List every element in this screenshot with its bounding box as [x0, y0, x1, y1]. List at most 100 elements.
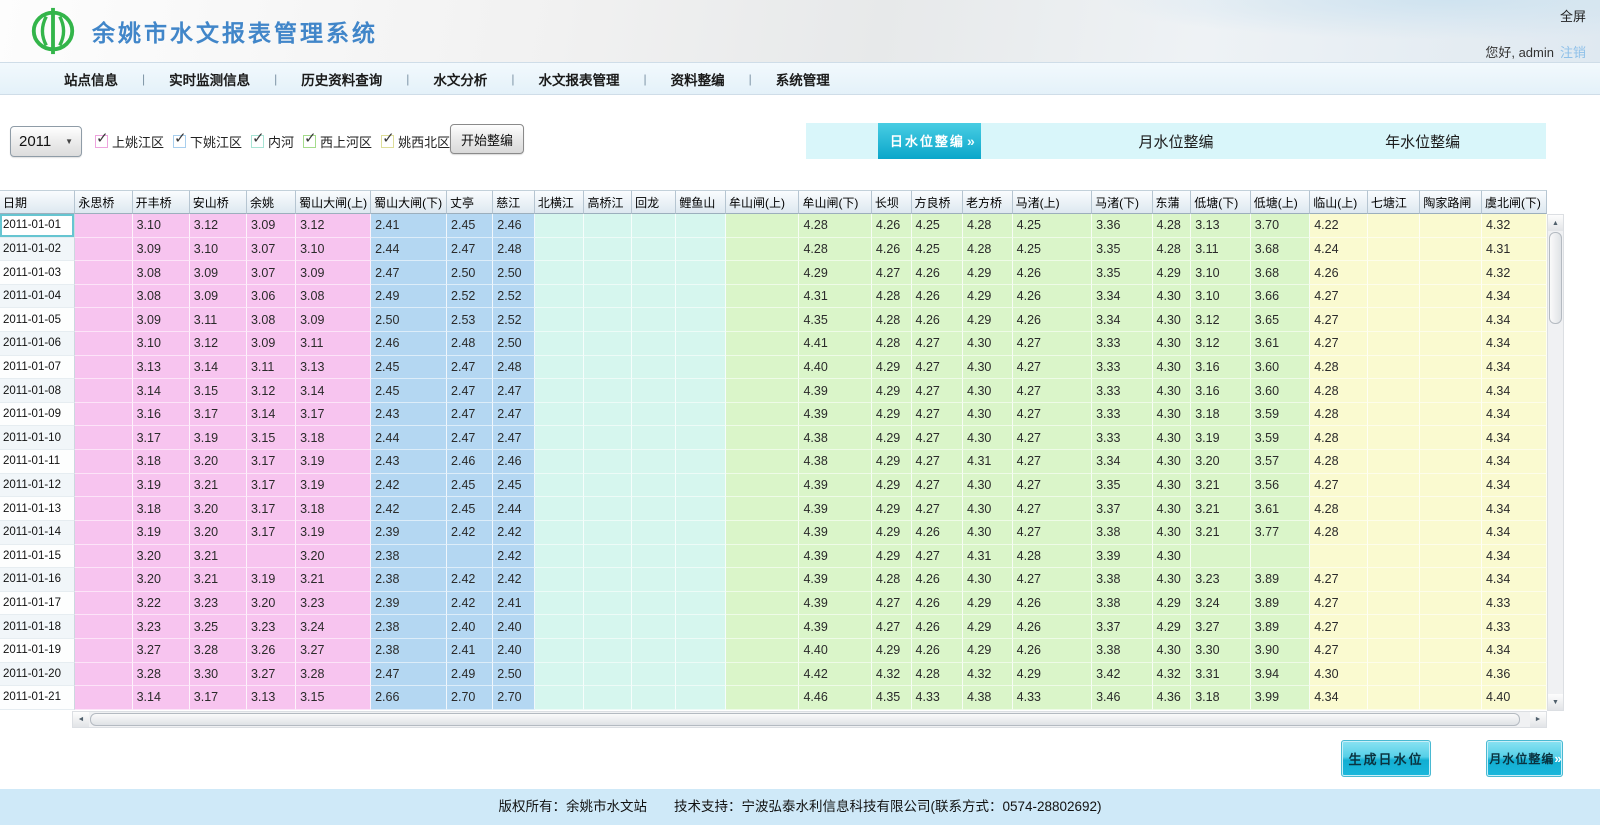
value-cell[interactable]: 4.26: [912, 615, 964, 639]
value-cell[interactable]: 4.30: [963, 568, 1013, 592]
value-cell[interactable]: [1368, 261, 1420, 285]
value-cell[interactable]: [535, 332, 585, 356]
value-cell[interactable]: 3.19: [133, 474, 190, 498]
value-cell[interactable]: 4.29: [1013, 663, 1092, 687]
scroll-down-button[interactable]: ▼: [1548, 694, 1563, 710]
region-checkbox-xia-yaojiang[interactable]: ✓下姚江区: [173, 132, 242, 151]
tab-yearly[interactable]: 年水位整编: [1385, 131, 1460, 152]
value-cell[interactable]: [726, 426, 799, 450]
date-cell[interactable]: 2011-01-10: [0, 426, 75, 450]
value-cell[interactable]: 4.34: [1482, 332, 1547, 356]
value-cell[interactable]: [1368, 568, 1420, 592]
value-cell[interactable]: 3.10: [296, 238, 371, 262]
value-cell[interactable]: 4.29: [872, 545, 912, 569]
nav-item-3[interactable]: 历史资料查询: [301, 69, 382, 89]
value-cell[interactable]: 3.09: [133, 308, 190, 332]
value-cell[interactable]: 2.46: [371, 332, 447, 356]
value-cell[interactable]: 4.28: [872, 568, 912, 592]
nav-item-7[interactable]: 系统管理: [776, 69, 830, 89]
value-cell[interactable]: 4.27: [912, 474, 964, 498]
value-cell[interactable]: 2.47: [447, 238, 493, 262]
value-cell[interactable]: 4.30: [1153, 450, 1192, 474]
value-cell[interactable]: 2.42: [493, 521, 535, 545]
value-cell[interactable]: 4.28: [1153, 238, 1192, 262]
value-cell[interactable]: [584, 214, 632, 238]
value-cell[interactable]: [535, 663, 585, 687]
value-cell[interactable]: 2.50: [371, 308, 447, 332]
value-cell[interactable]: [584, 285, 632, 309]
value-cell[interactable]: 4.30: [963, 356, 1013, 380]
value-cell[interactable]: [535, 426, 585, 450]
value-cell[interactable]: 4.22: [1310, 214, 1368, 238]
value-cell[interactable]: 4.31: [963, 545, 1013, 569]
value-cell[interactable]: 4.27: [1013, 379, 1092, 403]
value-cell[interactable]: 2.38: [371, 615, 447, 639]
value-cell[interactable]: 3.27: [1191, 615, 1251, 639]
value-cell[interactable]: [632, 426, 676, 450]
value-cell[interactable]: 4.26: [1013, 615, 1092, 639]
value-cell[interactable]: [1368, 686, 1420, 710]
value-cell[interactable]: [1420, 686, 1482, 710]
value-cell[interactable]: 3.39: [1092, 545, 1152, 569]
region-checkbox-yaoxibei[interactable]: ✓姚西北区: [381, 132, 450, 151]
value-cell[interactable]: 3.25: [190, 615, 247, 639]
value-cell[interactable]: 3.17: [190, 686, 247, 710]
value-cell[interactable]: 4.28: [963, 214, 1013, 238]
value-cell[interactable]: 4.30: [963, 403, 1013, 427]
value-cell[interactable]: [676, 214, 726, 238]
value-cell[interactable]: [1420, 261, 1482, 285]
value-cell[interactable]: 3.12: [190, 214, 247, 238]
date-cell[interactable]: 2011-01-11: [0, 450, 75, 474]
value-cell[interactable]: [632, 474, 676, 498]
value-cell[interactable]: 2.52: [493, 285, 535, 309]
value-cell[interactable]: 4.24: [1310, 238, 1368, 262]
value-cell[interactable]: 4.38: [963, 686, 1013, 710]
value-cell[interactable]: 2.42: [447, 568, 493, 592]
value-cell[interactable]: [1191, 545, 1251, 569]
value-cell[interactable]: [535, 450, 585, 474]
value-cell[interactable]: 3.17: [133, 426, 190, 450]
checkbox-box[interactable]: ✓: [251, 135, 264, 148]
value-cell[interactable]: [1420, 426, 1482, 450]
value-cell[interactable]: [1368, 332, 1420, 356]
value-cell[interactable]: 2.48: [447, 332, 493, 356]
value-cell[interactable]: [535, 474, 585, 498]
value-cell[interactable]: 3.11: [247, 356, 296, 380]
value-cell[interactable]: 4.39: [799, 403, 871, 427]
value-cell[interactable]: 3.35: [1092, 261, 1152, 285]
value-cell[interactable]: 4.39: [799, 615, 871, 639]
value-cell[interactable]: [535, 521, 585, 545]
value-cell[interactable]: [75, 379, 132, 403]
value-cell[interactable]: 3.66: [1251, 285, 1311, 309]
value-cell[interactable]: 3.56: [1251, 474, 1311, 498]
value-cell[interactable]: 3.20: [190, 497, 247, 521]
value-cell[interactable]: 3.14: [247, 403, 296, 427]
value-cell[interactable]: 4.25: [1013, 238, 1092, 262]
value-cell[interactable]: [1420, 238, 1482, 262]
region-checkbox-shang-yaojiang[interactable]: ✓上姚江区: [95, 132, 164, 151]
value-cell[interactable]: 2.47: [447, 426, 493, 450]
value-cell[interactable]: 4.26: [872, 238, 912, 262]
value-cell[interactable]: [676, 663, 726, 687]
value-cell[interactable]: 3.61: [1251, 332, 1311, 356]
value-cell[interactable]: [1420, 497, 1482, 521]
value-cell[interactable]: 3.14: [133, 379, 190, 403]
value-cell[interactable]: 3.21: [190, 545, 247, 569]
value-cell[interactable]: [584, 497, 632, 521]
value-cell[interactable]: 4.28: [1310, 497, 1368, 521]
value-cell[interactable]: [447, 545, 493, 569]
value-cell[interactable]: 3.68: [1251, 261, 1311, 285]
value-cell[interactable]: 4.26: [912, 261, 964, 285]
horizontal-scroll-thumb[interactable]: [90, 713, 1520, 726]
value-cell[interactable]: 3.37: [1092, 497, 1152, 521]
value-cell[interactable]: 4.30: [1153, 332, 1192, 356]
value-cell[interactable]: [535, 403, 585, 427]
value-cell[interactable]: [676, 686, 726, 710]
value-cell[interactable]: 4.33: [912, 686, 964, 710]
value-cell[interactable]: 2.45: [371, 379, 447, 403]
value-cell[interactable]: 2.53: [447, 308, 493, 332]
value-cell[interactable]: [726, 214, 799, 238]
value-cell[interactable]: 2.47: [371, 663, 447, 687]
value-cell[interactable]: 4.27: [912, 403, 964, 427]
value-cell[interactable]: 4.28: [1013, 545, 1092, 569]
